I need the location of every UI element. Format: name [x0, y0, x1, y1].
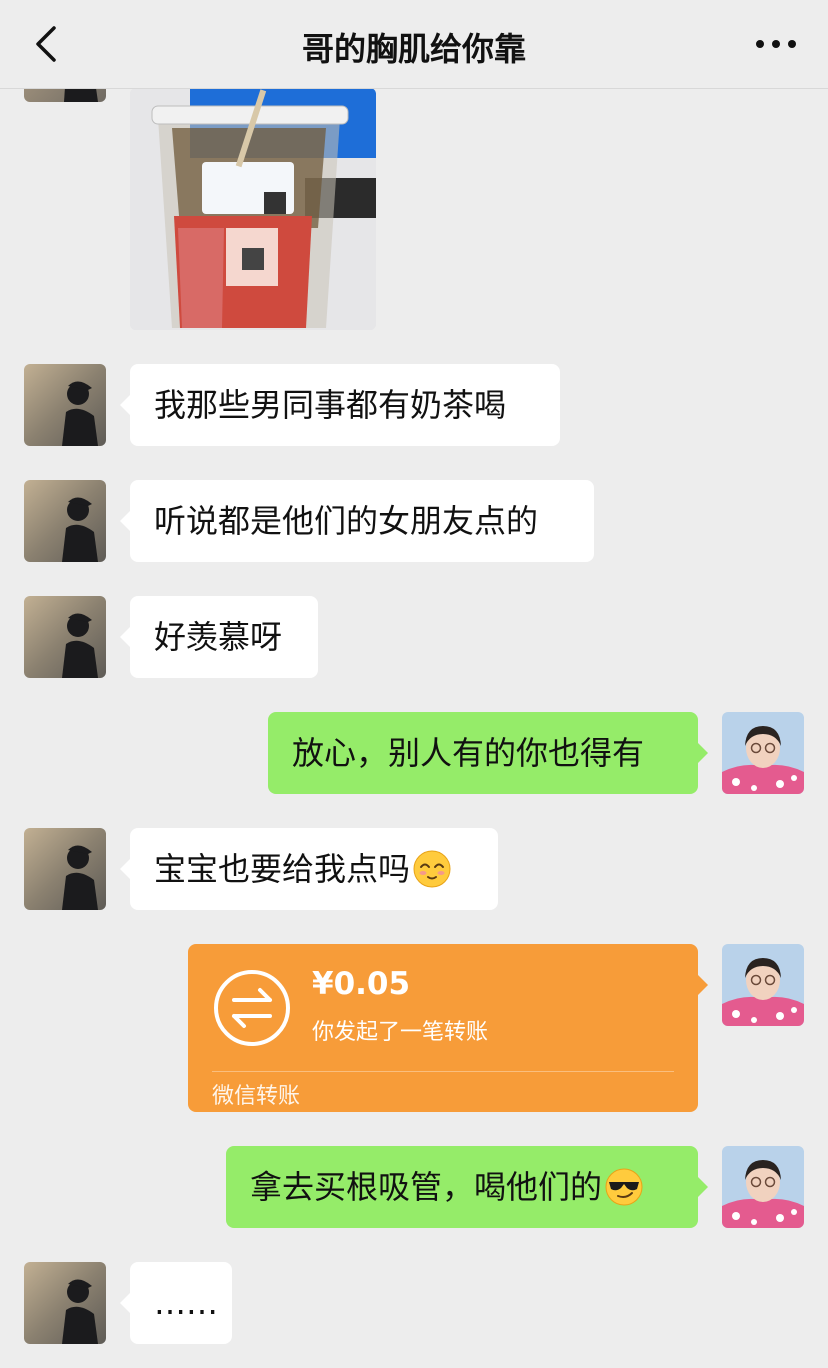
- friend-avatar[interactable]: [24, 596, 106, 678]
- pleading-face-icon: [413, 850, 451, 888]
- friend-avatar[interactable]: [24, 828, 106, 910]
- message-text: 放心，别人有的你也得有: [292, 733, 645, 772]
- message-text: 我那些男同事都有奶茶喝: [154, 385, 507, 424]
- chat-message-received: ……: [120, 1262, 232, 1344]
- chat-header: 哥的胸肌给你靠: [0, 0, 828, 89]
- friend-avatar[interactable]: [24, 364, 106, 446]
- chat-message-sent: 放心，别人有的你也得有: [268, 712, 708, 794]
- friend-avatar[interactable]: [24, 480, 106, 562]
- transfer-card[interactable]: ¥0.05 你发起了一笔转账 微信转账: [188, 944, 708, 1112]
- friend-avatar[interactable]: [24, 1262, 106, 1344]
- message-text: 好羡慕呀: [154, 617, 283, 656]
- message-text: 听说都是他们的女朋友点的: [154, 501, 539, 540]
- transfer-source: 微信转账: [212, 1084, 301, 1109]
- transfer-note: 你发起了一笔转账: [312, 1020, 489, 1045]
- chat-message-received: 听说都是他们的女朋友点的: [120, 480, 594, 562]
- transfer-amount: ¥0.05: [312, 966, 411, 1002]
- chat-message-received: 宝宝也要给我点吗: [120, 828, 498, 910]
- transfer-arrows-icon: [214, 970, 290, 1046]
- message-text: 宝宝也要给我点吗: [154, 849, 411, 888]
- sunglasses-face-icon: [605, 1168, 643, 1206]
- my-avatar[interactable]: [722, 944, 804, 1026]
- my-avatar[interactable]: [722, 712, 804, 794]
- transfer-divider: [212, 1071, 674, 1072]
- chat-message-received: 我那些男同事都有奶茶喝: [120, 364, 560, 446]
- more-dots-icon[interactable]: [754, 30, 798, 58]
- my-avatar[interactable]: [722, 1146, 804, 1228]
- milk-tea-photo[interactable]: [130, 88, 376, 330]
- message-text: 拿去买根吸管，喝他们的: [250, 1167, 603, 1206]
- message-text: ……: [154, 1283, 218, 1322]
- chat-message-sent: 拿去买根吸管，喝他们的: [226, 1146, 708, 1228]
- chat-message-received: 好羡慕呀: [120, 596, 318, 678]
- chat-title: 哥的胸肌给你靠: [301, 30, 526, 68]
